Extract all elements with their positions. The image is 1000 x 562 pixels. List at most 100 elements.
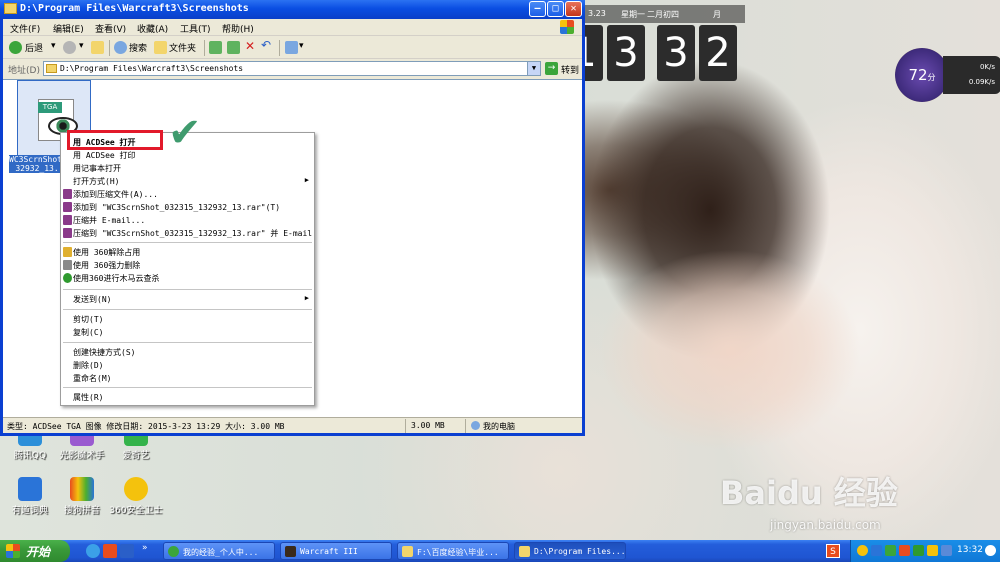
menu-item-label: 重命名(M) — [73, 374, 112, 383]
task-browser[interactable]: 我的经验_个人中... — [163, 542, 275, 560]
menu-item-add-archive[interactable]: 添加到压缩文件(A)... — [61, 188, 314, 201]
taskbar: 开始 » 我的经验_个人中... Warcraft III F:\百度经验\毕业… — [0, 540, 1000, 562]
forward-dropdown-icon[interactable]: ▾ — [79, 41, 84, 51]
views-icon[interactable] — [285, 41, 298, 54]
toolbar-separator — [109, 40, 110, 56]
windows-logo-icon — [6, 544, 20, 558]
tray-app-icon[interactable] — [857, 545, 868, 556]
folder-icon — [4, 3, 17, 14]
desktop-icon-sogou[interactable]: 搜狗拼音 — [52, 477, 112, 516]
360-unlock-icon — [63, 247, 72, 257]
close-button[interactable]: ✕ — [565, 1, 582, 17]
menu-item-360-unlock[interactable]: 使用 360解除占用 — [61, 246, 314, 259]
clock-month-label: 月 — [713, 10, 721, 19]
go-button[interactable]: → 转到 — [545, 61, 581, 76]
back-arrow-icon[interactable] — [9, 41, 22, 54]
menu-edit[interactable]: 编辑(E) — [53, 22, 84, 35]
task-label: Warcraft III — [300, 547, 358, 556]
minimize-button[interactable]: – — [529, 1, 546, 17]
status-separator — [405, 419, 406, 433]
menu-item-360-scan[interactable]: 使用360进行木马云查杀 — [61, 272, 314, 285]
window-title: D:\Program Files\Warcraft3\Screenshots — [20, 3, 249, 14]
task-folder-screenshots[interactable]: D:\Program Files... — [514, 542, 626, 560]
menu-item-cut[interactable]: 剪切(T) — [61, 313, 314, 326]
menu-view[interactable]: 查看(V) — [95, 22, 126, 35]
sogou-input-icon[interactable]: S — [826, 544, 840, 558]
status-location: 我的电脑 — [483, 422, 515, 431]
menu-item-label: 打开方式(H) — [73, 177, 120, 186]
up-folder-icon[interactable] — [91, 41, 104, 54]
menu-separator — [63, 289, 312, 290]
menu-item-send-to[interactable]: 发送到(N) ▶ — [61, 293, 314, 306]
file-name[interactable]: WC3ScrnShot_ 32932_13. — [9, 155, 67, 173]
menu-item-compress-rar-email[interactable]: 压缩到 "WC3ScrnShot_032315_132932_13.rar" 并… — [61, 227, 314, 240]
address-dropdown-icon[interactable]: ▼ — [527, 62, 540, 75]
back-dropdown-icon[interactable]: ▾ — [51, 41, 56, 51]
menu-item-properties[interactable]: 属性(R) — [61, 391, 314, 404]
score-unit: 分 — [927, 73, 936, 82]
desktop-icon-360[interactable]: 360安全卫士 — [106, 477, 166, 516]
menu-item-create-shortcut[interactable]: 创建快捷方式(S) — [61, 346, 314, 359]
menu-separator — [63, 309, 312, 310]
tray-clock[interactable]: 13:32 — [957, 545, 983, 555]
desktop-icon-label: 360安全卫士 — [109, 506, 163, 516]
start-label: 开始 — [26, 545, 51, 559]
undo-icon[interactable]: ↶ — [261, 38, 271, 52]
menu-file[interactable]: 文件(F) — [10, 22, 40, 35]
score-circle[interactable]: 72分 — [895, 48, 949, 102]
network-speed-widget[interactable]: 72分 0K/s 0.09K/s — [895, 48, 1000, 102]
menu-item-delete[interactable]: 删除(D) — [61, 359, 314, 372]
menu-help[interactable]: 帮助(H) — [222, 22, 254, 35]
toolbar: 后退 ▾ ▾ 搜索 文件夹 ✕ ↶ ▾ — [3, 37, 582, 59]
highlight-annotation — [67, 130, 163, 150]
views-dropdown-icon[interactable]: ▾ — [299, 41, 304, 51]
delete-icon[interactable]: ✕ — [245, 39, 255, 53]
maximize-button[interactable]: □ — [547, 1, 564, 17]
task-warcraft[interactable]: Warcraft III — [280, 542, 392, 560]
menu-item-360-delete[interactable]: 使用 360强力删除 — [61, 259, 314, 272]
back-button[interactable]: 后退 — [25, 41, 43, 54]
menu-tools[interactable]: 工具(T) — [180, 22, 211, 35]
menu-item-label: 发送到(N) — [73, 295, 112, 304]
tray-app-icon[interactable] — [985, 545, 996, 556]
title-bar[interactable]: D:\Program Files\Warcraft3\Screenshots –… — [0, 0, 585, 19]
quicklaunch-app-icon[interactable] — [120, 544, 134, 558]
folders-icon[interactable] — [154, 41, 167, 54]
tray-app-icon[interactable] — [885, 545, 896, 556]
search-icon[interactable] — [114, 41, 127, 54]
browser-icon — [168, 546, 179, 557]
file-name-line: WC3ScrnShot_ — [9, 155, 67, 164]
copy-to-icon[interactable] — [227, 41, 240, 54]
task-folder-baidu[interactable]: F:\百度经验\毕业... — [397, 542, 509, 560]
status-info: 类型: ACDSee TGA 图像 修改日期: 2015-3-23 13:29 … — [7, 422, 285, 431]
clock-weekday: 星期一 — [621, 10, 645, 19]
tray-app-icon[interactable] — [871, 545, 882, 556]
menu-item-compress-email[interactable]: 压缩并 E-mail... — [61, 214, 314, 227]
quicklaunch-app-icon[interactable] — [103, 544, 117, 558]
menu-item-add-to-rar[interactable]: 添加到 "WC3ScrnShot_032315_132932_13.rar"(T… — [61, 201, 314, 214]
quicklaunch-expand-icon[interactable]: » — [142, 543, 148, 553]
menu-favorites[interactable]: 收藏(A) — [137, 22, 168, 35]
volume-icon[interactable] — [941, 545, 952, 556]
tray-app-icon[interactable] — [927, 545, 938, 556]
desktop-icon-youdao[interactable]: 有道词典 — [0, 477, 60, 516]
address-field[interactable]: D:\Program Files\Warcraft3\Screenshots ▼ — [43, 61, 541, 76]
menu-item-rename[interactable]: 重命名(M) — [61, 372, 314, 385]
menu-item-open-notepad[interactable]: 用记事本打开 — [61, 162, 314, 175]
search-button[interactable]: 搜索 — [129, 41, 147, 54]
tray-360-icon[interactable] — [913, 545, 924, 556]
folders-button[interactable]: 文件夹 — [169, 41, 196, 54]
go-label: 转到 — [561, 66, 580, 76]
ie-icon[interactable] — [86, 544, 100, 558]
menu-item-open-with[interactable]: 打开方式(H) ▶ — [61, 175, 314, 188]
menu-item-label: 删除(D) — [73, 361, 104, 370]
winrar-icon — [63, 228, 72, 238]
folder-icon — [402, 546, 413, 557]
status-separator — [465, 419, 466, 433]
start-button[interactable]: 开始 — [0, 540, 70, 562]
tray-app-icon[interactable] — [899, 545, 910, 556]
forward-arrow-icon[interactable] — [63, 41, 76, 54]
menu-item-copy[interactable]: 复制(C) — [61, 326, 314, 339]
menu-separator — [63, 242, 312, 243]
move-to-icon[interactable] — [209, 41, 222, 54]
